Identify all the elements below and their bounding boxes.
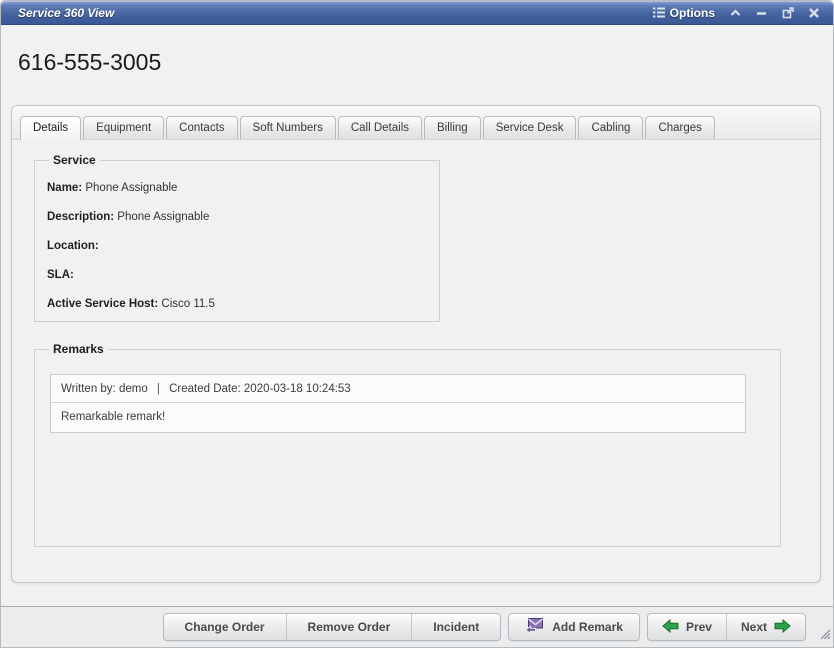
field-active-service-host: Active Service Host: Cisco 11.5 — [47, 297, 427, 311]
remark-text: Remarkable remark! — [51, 403, 745, 432]
service-360-window: Service 360 View Options — [0, 0, 834, 648]
titlebar: Service 360 View Options — [1, 1, 833, 25]
add-remark-label: Add Remark — [552, 620, 623, 634]
options-button[interactable]: Options — [653, 6, 715, 20]
field-location-label: Location: — [47, 240, 99, 252]
options-label: Options — [670, 6, 715, 20]
window-title: Service 360 View — [1, 6, 114, 20]
tab-call-details[interactable]: Call Details — [338, 116, 422, 139]
remark-header: Written by: demo | Created Date: 2020-03… — [51, 375, 745, 403]
field-name-value: Phone Assignable — [85, 182, 177, 194]
next-label: Next — [741, 620, 767, 634]
arrow-right-icon — [774, 619, 791, 636]
close-button[interactable] — [809, 8, 819, 18]
resize-grip[interactable] — [818, 627, 831, 645]
tab-equipment[interactable]: Equipment — [83, 116, 164, 139]
prev-button[interactable]: Prev — [648, 614, 726, 640]
field-location: Location: — [47, 239, 427, 253]
field-name-label: Name: — [47, 182, 82, 194]
tab-strip: Details Equipment Contacts Soft Numbers … — [12, 106, 820, 140]
nav-button-group: Prev Next — [647, 613, 806, 641]
incident-button[interactable]: Incident — [411, 614, 500, 640]
tab-charges[interactable]: Charges — [645, 116, 714, 139]
popout-button[interactable] — [782, 7, 794, 19]
minimize-icon — [756, 9, 767, 17]
remarks-legend: Remarks — [49, 342, 108, 356]
field-name: Name: Phone Assignable — [47, 181, 427, 195]
order-button-group: Change Order Remove Order Incident — [163, 613, 502, 641]
field-description-value: Phone Assignable — [117, 211, 209, 223]
next-button[interactable]: Next — [726, 614, 805, 640]
service-legend: Service — [49, 153, 100, 167]
service-section: Service Name: Phone Assignable Descripti… — [34, 153, 440, 322]
tab-soft-numbers[interactable]: Soft Numbers — [240, 116, 336, 139]
page-title: 616-555-3005 — [18, 49, 833, 76]
options-list-icon — [653, 7, 665, 18]
tab-service-desk[interactable]: Service Desk — [483, 116, 577, 139]
arrow-left-icon — [662, 619, 679, 636]
field-active-service-host-label: Active Service Host: — [47, 298, 158, 310]
add-remark-button[interactable]: Add Remark — [508, 613, 640, 641]
minimize-button[interactable] — [756, 9, 767, 17]
field-sla: SLA: — [47, 268, 427, 282]
footer-toolbar: Change Order Remove Order Incident Add R… — [1, 606, 833, 647]
tab-content-details: Service Name: Phone Assignable Descripti… — [12, 140, 820, 547]
tab-details[interactable]: Details — [20, 116, 81, 140]
close-icon — [809, 8, 819, 18]
remark-written-by: Written by: demo — [61, 383, 148, 395]
field-active-service-host-value: Cisco 11.5 — [161, 298, 214, 310]
remarks-section: Remarks Written by: demo | Created Date:… — [34, 342, 781, 547]
remark-item: Written by: demo | Created Date: 2020-03… — [50, 374, 746, 433]
chevron-up-icon — [730, 9, 741, 17]
field-description-label: Description: — [47, 211, 114, 223]
collapse-button[interactable] — [730, 9, 741, 17]
tab-cabling[interactable]: Cabling — [578, 116, 643, 139]
tab-panel: Details Equipment Contacts Soft Numbers … — [11, 105, 821, 583]
remove-order-button[interactable]: Remove Order — [286, 614, 412, 640]
remark-separator: | — [157, 383, 160, 395]
remark-created-date: Created Date: 2020-03-18 10:24:53 — [169, 383, 351, 395]
envelope-arrow-icon — [525, 617, 544, 637]
field-sla-label: SLA: — [47, 269, 74, 281]
tab-billing[interactable]: Billing — [424, 116, 481, 139]
titlebar-controls: Options — [653, 6, 833, 20]
change-order-button[interactable]: Change Order — [164, 614, 286, 640]
popout-icon — [782, 7, 794, 19]
field-description: Description: Phone Assignable — [47, 210, 427, 224]
tab-contacts[interactable]: Contacts — [166, 116, 237, 139]
prev-label: Prev — [686, 620, 712, 634]
